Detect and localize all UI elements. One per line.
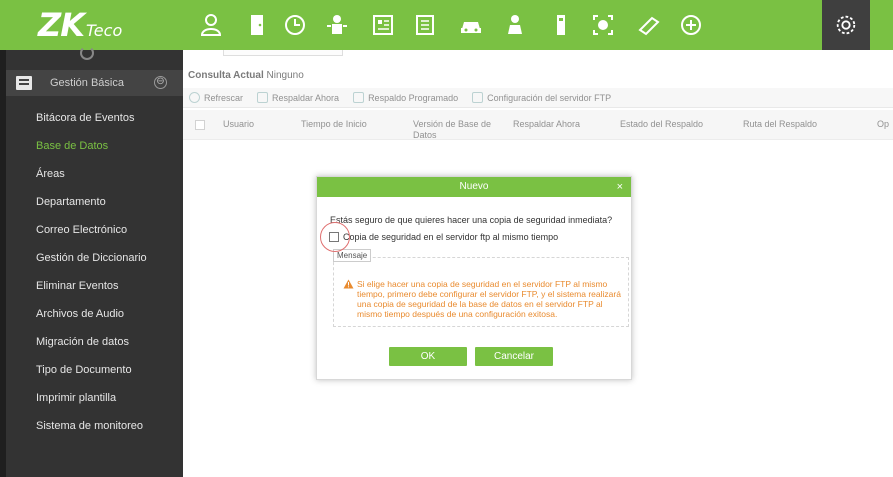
warning-message: Si elige hacer una copia de seguridad en… [357,279,621,319]
checkbox-highlight-circle [320,222,350,252]
locker-icon[interactable] [546,10,576,40]
logo-subtext: Teco [86,21,123,40]
sidebar-item-audio[interactable]: Archivos de Audio [36,304,147,332]
sidebar-menu: Bitácora de Eventos Base de Datos Áreas … [36,108,147,444]
sidebar-item-areas[interactable]: Áreas [36,164,147,192]
warning-icon [343,279,354,289]
person-icon[interactable] [196,10,226,40]
sidebar: Gestión Básica ⊖ Bitácora de Eventos Bas… [0,46,183,477]
sidebar-item-tipo-documento[interactable]: Tipo de Documento [36,360,147,388]
video-icon[interactable] [634,10,664,40]
sidebar-item-correo[interactable]: Correo Electrónico [36,220,147,248]
top-navigation-bar: ZK Teco [0,0,893,50]
face-icon[interactable] [588,10,618,40]
sidebar-item-departamento[interactable]: Departamento [36,192,147,220]
module-icon [16,76,32,90]
close-icon[interactable]: × [617,177,623,197]
parking-icon[interactable] [410,10,440,40]
sidebar-edge [0,50,6,477]
sidebar-item-base-de-datos[interactable]: Base de Datos [36,136,147,164]
sidebar-section-header[interactable]: Gestión Básica ⊖ [6,70,183,96]
sidebar-item-imprimir[interactable]: Imprimir plantilla [36,388,147,416]
sidebar-section-label: Gestión Básica [50,77,124,89]
zkteco-logo: ZK Teco [38,6,122,44]
visitor-icon[interactable] [368,10,398,40]
sidebar-item-diccionario[interactable]: Gestión de Diccionario [36,248,147,276]
confirm-question: Estás seguro de que quieres hacer una co… [330,215,613,225]
patrol-icon[interactable] [500,10,530,40]
logo-text: ZK [38,6,85,44]
backup-dialog: Nuevo × Estás seguro de que quieres hace… [316,176,632,380]
sidebar-item-monitoreo[interactable]: Sistema de monitoreo [36,416,147,444]
door-icon[interactable] [242,10,272,40]
dialog-title: Nuevo [459,181,489,192]
elevator-icon[interactable] [322,10,352,40]
sidebar-scroll-indicator-icon [80,46,94,60]
sidebar-item-bitacora[interactable]: Bitácora de Eventos [36,108,147,136]
gear-icon[interactable] [822,0,870,50]
collapse-icon[interactable]: ⊖ [154,76,167,89]
ok-button[interactable]: OK [389,347,467,366]
plus-circle-icon[interactable] [676,10,706,40]
car-icon[interactable] [456,10,486,40]
ftp-backup-label: Copia de seguridad en el servidor ftp al… [343,232,559,242]
cancel-button[interactable]: Cancelar [475,347,553,366]
dialog-title-bar: Nuevo × [317,177,631,197]
sidebar-item-migracion[interactable]: Migración de datos [36,332,147,360]
clock-icon[interactable] [280,10,310,40]
sidebar-item-eliminar-eventos[interactable]: Eliminar Eventos [36,276,147,304]
app-window: ZK Teco Gestión Básica ⊖ Bitácora de Eve… [0,0,893,477]
ftp-backup-option[interactable]: Copia de seguridad en el servidor ftp al… [329,232,558,242]
